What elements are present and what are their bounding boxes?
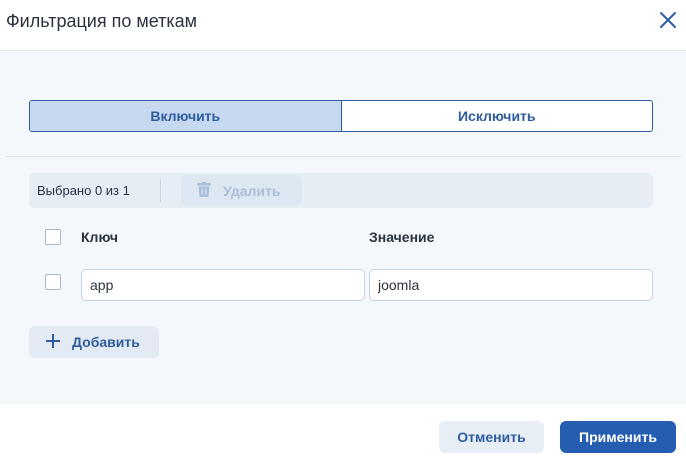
dialog-footer: Отменить Применить (0, 404, 686, 460)
column-key: Ключ (81, 229, 118, 245)
key-input[interactable] (81, 269, 365, 301)
plus-icon (46, 333, 60, 351)
row-checkbox[interactable] (45, 274, 61, 290)
value-input[interactable] (369, 269, 653, 301)
table-header: Ключ Значение (29, 224, 653, 248)
delete-label: Удалить (223, 182, 281, 199)
dialog-title: Фильтрация по меткам (6, 11, 198, 31)
exclude-button[interactable]: Исключить (342, 101, 653, 131)
add-button[interactable]: Добавить (29, 326, 159, 358)
selected-count: Выбрано 0 из 1 (37, 183, 130, 198)
divider (5, 156, 681, 157)
close-icon[interactable] (656, 8, 680, 32)
table-row (29, 269, 653, 301)
add-label: Добавить (72, 334, 140, 350)
apply-button[interactable]: Применить (560, 421, 676, 453)
dialog-header: Фильтрация по меткам (0, 0, 686, 51)
toolbar-separator (160, 179, 161, 202)
include-button[interactable]: Включить (30, 101, 342, 131)
cancel-button[interactable]: Отменить (439, 421, 544, 453)
mode-toggle: Включить Исключить (29, 100, 653, 132)
select-all-checkbox[interactable] (45, 229, 61, 245)
dialog-body: Включить Исключить Выбрано 0 из 1 Удалит… (0, 52, 686, 404)
selection-toolbar: Выбрано 0 из 1 Удалить (29, 173, 653, 208)
trash-icon (197, 181, 211, 200)
delete-button[interactable]: Удалить (181, 175, 302, 206)
column-value: Значение (369, 229, 435, 245)
